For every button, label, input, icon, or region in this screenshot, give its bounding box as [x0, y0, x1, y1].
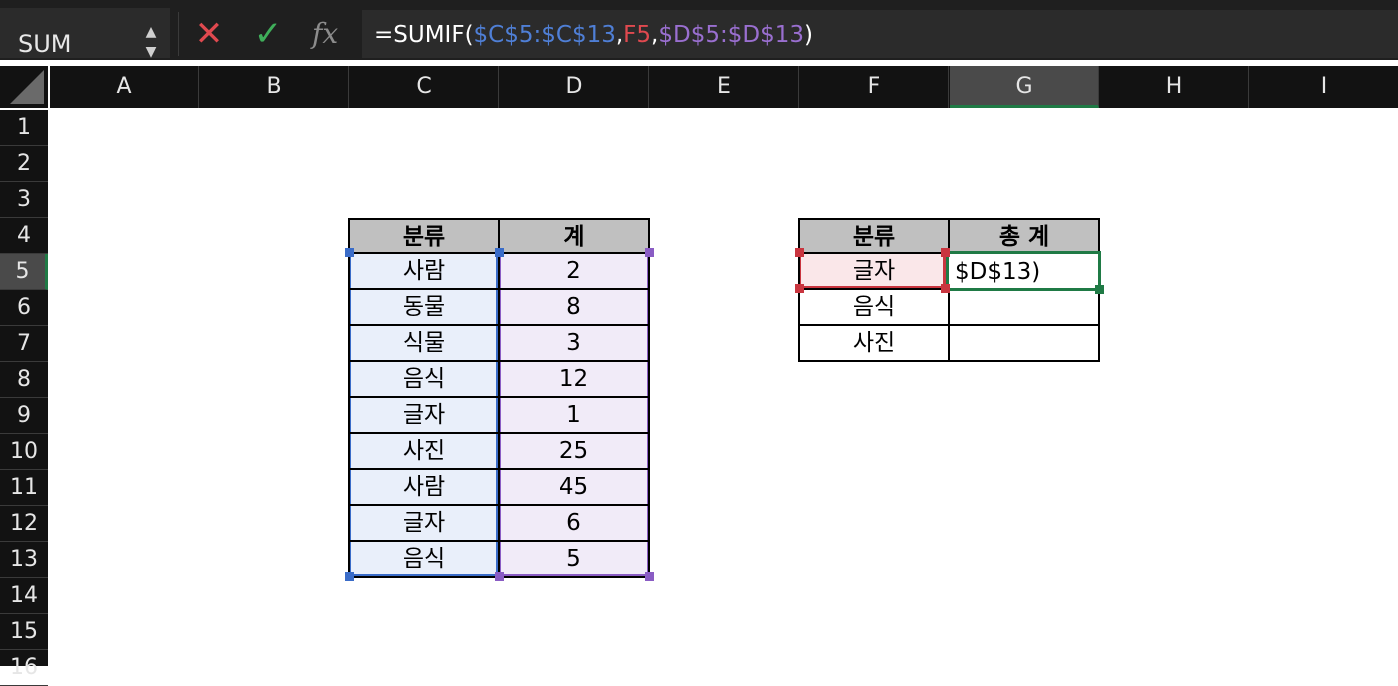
formula-prefix: =SUMIF(: [374, 22, 474, 48]
source-cell[interactable]: 글자: [348, 398, 500, 434]
source-cell[interactable]: 12: [498, 362, 650, 398]
summary-cell[interactable]: 음식: [798, 290, 950, 326]
formula-ref-criteria: F5: [623, 22, 652, 48]
row-header-9[interactable]: 9: [0, 398, 48, 434]
source-cell[interactable]: 45: [498, 470, 650, 506]
name-box-value: SUM: [18, 30, 72, 58]
source-cell[interactable]: 5: [498, 542, 650, 578]
formula-bar-divider: [178, 12, 179, 56]
source-cell[interactable]: 6: [498, 506, 650, 542]
row-header-3[interactable]: 3: [0, 182, 48, 218]
row-header-10[interactable]: 10: [0, 434, 48, 470]
summary-cell[interactable]: 사진: [798, 326, 950, 362]
row-header-1[interactable]: 1: [0, 110, 48, 146]
source-cell[interactable]: 식물: [348, 326, 500, 362]
formula-suffix: ): [803, 22, 813, 48]
row-header-7[interactable]: 7: [0, 326, 48, 362]
name-box[interactable]: SUM ▲ ▼: [0, 8, 170, 60]
range-resize-handle[interactable]: [345, 572, 354, 581]
active-cell-edit-text: $D$13): [955, 259, 1041, 285]
source-cell[interactable]: 2: [498, 254, 650, 290]
formula-text: =SUMIF($C$5:$C$13,F5,$D$5:$D$13): [374, 22, 813, 48]
row-header-12[interactable]: 12: [0, 506, 48, 542]
source-cell[interactable]: 사람: [348, 254, 500, 290]
source-cell[interactable]: 3: [498, 326, 650, 362]
source-cell[interactable]: 음식: [348, 362, 500, 398]
range-resize-handle[interactable]: [941, 248, 950, 257]
select-all-corner[interactable]: [0, 66, 48, 108]
row-header-13[interactable]: 13: [0, 542, 48, 578]
range-resize-handle[interactable]: [941, 284, 950, 293]
formula-bar: SUM ▲ ▼ ✕ ✓ fx =SUMIF($C$5:$C$13,F5,$D$5:…: [0, 0, 1398, 60]
active-cell-g5[interactable]: $D$13): [946, 251, 1101, 291]
row-header-5[interactable]: 5: [0, 254, 48, 290]
source-header-1[interactable]: 계: [498, 218, 650, 254]
column-header-e[interactable]: E: [650, 66, 799, 108]
source-cell[interactable]: 사람: [348, 470, 500, 506]
formula-ref-range-c: $C$5:$C$13: [473, 22, 616, 48]
source-header-0[interactable]: 분류: [348, 218, 500, 254]
row-header-8[interactable]: 8: [0, 362, 48, 398]
source-cell[interactable]: 음식: [348, 542, 500, 578]
column-header-f[interactable]: F: [800, 66, 949, 108]
column-header-a[interactable]: A: [50, 66, 199, 108]
row-header-6[interactable]: 6: [0, 290, 48, 326]
range-resize-handle[interactable]: [795, 248, 804, 257]
summary-cell[interactable]: [948, 290, 1100, 326]
range-resize-handle[interactable]: [345, 248, 354, 257]
range-resize-handle[interactable]: [795, 284, 804, 293]
source-cell[interactable]: 동물: [348, 290, 500, 326]
row-header-4[interactable]: 4: [0, 218, 48, 254]
source-cell[interactable]: 25: [498, 434, 650, 470]
range-resize-handle[interactable]: [1095, 285, 1104, 294]
row-headers: 1 2 3 4 5 6 7 8 9 10 11 12 13 14 15 16: [0, 110, 48, 686]
name-box-dropdown-icon[interactable]: ▲ ▼: [142, 22, 160, 62]
column-header-c[interactable]: C: [350, 66, 499, 108]
column-header-i[interactable]: I: [1250, 66, 1398, 108]
column-header-b[interactable]: B: [200, 66, 349, 108]
summary-cell[interactable]: 글자: [798, 254, 950, 290]
column-headers: ABCDEFGHI: [50, 66, 1398, 108]
row-header-2[interactable]: 2: [0, 146, 48, 182]
source-cell[interactable]: 글자: [348, 506, 500, 542]
source-cell[interactable]: 1: [498, 398, 650, 434]
range-resize-handle[interactable]: [495, 248, 504, 257]
source-cell[interactable]: 8: [498, 290, 650, 326]
column-header-g[interactable]: G: [950, 66, 1099, 108]
summary-header-1[interactable]: 총 계: [948, 218, 1100, 254]
row-header-15[interactable]: 15: [0, 614, 48, 650]
row-header-16[interactable]: 16: [0, 650, 48, 686]
insert-function-icon[interactable]: fx: [312, 16, 348, 52]
enter-check-icon[interactable]: ✓: [250, 16, 286, 52]
column-header-h[interactable]: H: [1100, 66, 1249, 108]
row-header-11[interactable]: 11: [0, 470, 48, 506]
column-header-d[interactable]: D: [500, 66, 649, 108]
formula-input[interactable]: =SUMIF($C$5:$C$13,F5,$D$5:$D$13): [362, 10, 1398, 58]
summary-cell[interactable]: [948, 326, 1100, 362]
range-resize-handle[interactable]: [495, 572, 504, 581]
summary-header-0[interactable]: 분류: [798, 218, 950, 254]
row-header-14[interactable]: 14: [0, 578, 48, 614]
select-all-triangle-icon: [10, 70, 44, 104]
cancel-icon[interactable]: ✕: [193, 16, 225, 52]
formula-ref-range-d: $D$5:$D$13: [658, 22, 804, 48]
source-cell[interactable]: 사진: [348, 434, 500, 470]
range-resize-handle[interactable]: [645, 248, 654, 257]
range-resize-handle[interactable]: [645, 572, 654, 581]
